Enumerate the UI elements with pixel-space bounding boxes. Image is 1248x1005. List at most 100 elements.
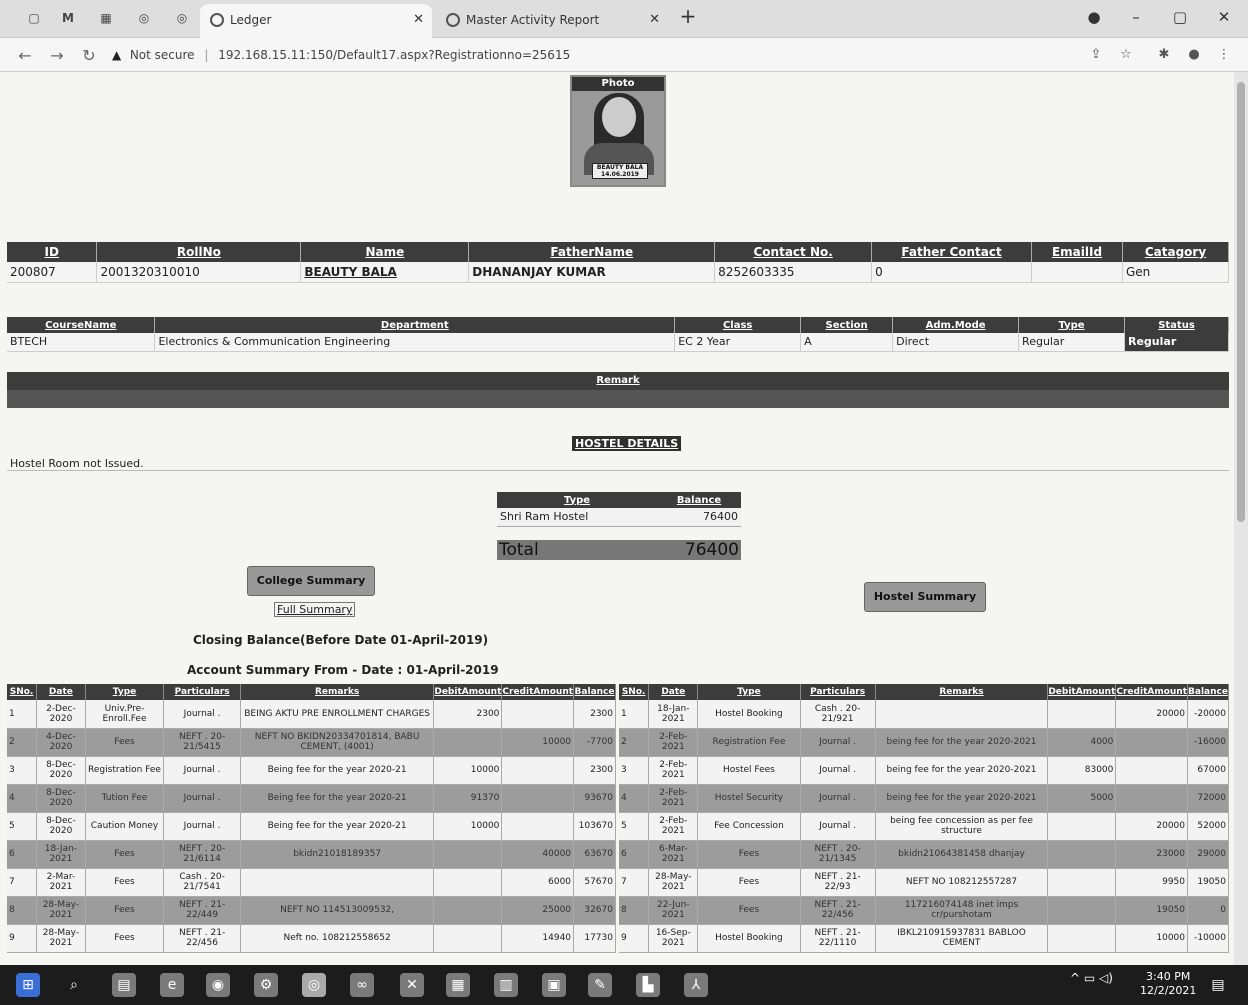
col-header-department[interactable]: Department xyxy=(154,317,676,333)
college-summary-button[interactable]: College Summary xyxy=(247,566,375,596)
spreadsheet-icon[interactable]: ▥ xyxy=(494,973,518,997)
cell-sno: 1 xyxy=(7,700,38,729)
start-windows-icon[interactable]: ⊞ xyxy=(16,973,40,997)
chrome-icon[interactable]: ◎ xyxy=(302,973,326,997)
forward-icon[interactable]: → xyxy=(46,46,68,65)
pdf-icon[interactable]: ⅄ xyxy=(684,973,708,997)
close-window-button[interactable]: ✕ xyxy=(1212,8,1236,26)
cell-remarks: being fee for the year 2020-2021 xyxy=(875,728,1049,757)
col-header-remarks[interactable]: Remarks xyxy=(875,684,1049,700)
col-header-father-contact[interactable]: Father Contact xyxy=(871,242,1033,262)
cell-balance: 67000 xyxy=(1187,756,1229,785)
clock[interactable]: 3:40 PM 12/2/2021 xyxy=(1140,970,1196,998)
settings-gear-icon[interactable]: ⚙ xyxy=(254,973,278,997)
tools-icon[interactable]: ✕ xyxy=(400,973,424,997)
col-header-balance[interactable]: Balance xyxy=(1187,684,1229,700)
notifications-icon[interactable]: ▤ xyxy=(1206,973,1230,997)
cell-date: 2-Feb-2021 xyxy=(648,756,699,785)
new-tab-button[interactable]: + xyxy=(676,4,700,28)
col-header-type[interactable]: Type xyxy=(85,684,165,700)
col-header-debit[interactable]: DebitAmount xyxy=(1047,684,1117,700)
calculator-icon[interactable]: ▦ xyxy=(446,973,470,997)
col-header-date[interactable]: Date xyxy=(36,684,86,700)
bookmark-star-icon[interactable]: ☆ xyxy=(1116,47,1136,62)
search-icon[interactable]: ⌕ xyxy=(62,973,86,997)
col-header-sno[interactable]: SNo. xyxy=(619,684,650,700)
tab-master-activity-report[interactable]: Master Activity Report ✕ xyxy=(436,4,668,38)
document-icon[interactable]: ▙ xyxy=(636,973,660,997)
minimize-button[interactable]: – xyxy=(1124,8,1148,26)
paint-icon[interactable]: ✎ xyxy=(588,973,612,997)
hostel-summary-button[interactable]: Hostel Summary xyxy=(864,582,986,612)
system-tray[interactable]: ^ ▭ ◁) xyxy=(1070,971,1113,985)
col-header-class[interactable]: Class xyxy=(674,317,802,333)
cell-balance: -7700 xyxy=(573,728,616,757)
cell-email xyxy=(1031,262,1123,283)
col-header-contact[interactable]: Contact No. xyxy=(714,242,873,262)
pinned-tab-globe-icon[interactable]: ◎ xyxy=(172,8,192,28)
menu-dots-icon[interactable]: ⋮ xyxy=(1214,47,1234,62)
remark-header[interactable]: Remark xyxy=(7,372,1229,390)
app-icon[interactable]: ▣ xyxy=(542,973,566,997)
cell-particulars: NEFT . 21-22/456 xyxy=(800,896,876,925)
col-header-debit[interactable]: DebitAmount xyxy=(433,684,503,700)
col-header-credit[interactable]: CreditAmount xyxy=(501,684,575,700)
col-header-category[interactable]: Catagory xyxy=(1122,242,1230,262)
url-input[interactable]: ▲ Not secure | 192.168.15.11:150/Default… xyxy=(112,43,1082,67)
col-header-coursename[interactable]: CourseName xyxy=(7,317,156,333)
firefox-icon[interactable]: ◉ xyxy=(206,973,230,997)
col-header-hostel-balance[interactable]: Balance xyxy=(657,492,741,508)
cell-particulars: NEFT . 21-22/449 xyxy=(163,896,241,925)
col-header-status[interactable]: Status xyxy=(1124,317,1229,333)
file-explorer-icon[interactable]: ▤ xyxy=(112,973,136,997)
col-header-particulars[interactable]: Particulars xyxy=(800,684,876,700)
cell-remarks: 117216074148 inet imps cr/purshotam xyxy=(875,896,1049,925)
col-header-email[interactable]: EmailId xyxy=(1031,242,1123,262)
pinned-tab-globe-icon[interactable]: ◎ xyxy=(134,8,154,28)
reload-icon[interactable]: ↻ xyxy=(78,46,100,65)
record-icon[interactable]: ● xyxy=(1082,8,1106,26)
back-icon[interactable]: ← xyxy=(14,46,36,65)
col-header-fathername[interactable]: FatherName xyxy=(468,242,716,262)
scrollbar-thumb[interactable] xyxy=(1237,82,1245,522)
col-header-id[interactable]: ID xyxy=(7,242,98,262)
table-row: Shri Ram Hostel 76400 xyxy=(497,508,741,527)
student-info-table: ID RollNo Name FatherName Contact No. Fa… xyxy=(7,242,1230,283)
pinned-tab-gmail[interactable]: M xyxy=(58,8,78,28)
col-header-rollno[interactable]: RollNo xyxy=(96,242,302,262)
full-summary-link[interactable]: Full Summary xyxy=(274,602,356,617)
col-header-credit[interactable]: CreditAmount xyxy=(1115,684,1189,700)
cell-balance: 0 xyxy=(1187,896,1229,925)
extensions-icon[interactable]: ✱ xyxy=(1154,47,1174,62)
cell-remarks: Being fee for the year 2020-21 xyxy=(240,756,435,785)
col-header-admmode[interactable]: Adm.Mode xyxy=(892,317,1020,333)
close-tab-icon[interactable]: ✕ xyxy=(649,4,660,36)
col-header-balance[interactable]: Balance xyxy=(573,684,616,700)
col-header-name[interactable]: Name xyxy=(300,242,470,262)
close-tab-icon[interactable]: ✕ xyxy=(413,4,424,36)
edge-browser-icon[interactable]: e xyxy=(160,973,184,997)
cell-credit xyxy=(1115,756,1189,785)
hostel-message: Hostel Room not Issued. xyxy=(10,457,144,470)
link-icon[interactable]: ∞ xyxy=(350,973,374,997)
share-icon[interactable]: ⇪ xyxy=(1086,47,1106,62)
col-header-hostel-type[interactable]: Type xyxy=(497,492,657,508)
cell-debit xyxy=(1047,812,1117,841)
cell-name-link[interactable]: BEAUTY BALA xyxy=(300,262,470,283)
col-header-type[interactable]: Type xyxy=(697,684,801,700)
tab-ledger[interactable]: Ledger ✕ xyxy=(200,4,432,38)
col-header-date[interactable]: Date xyxy=(648,684,699,700)
pinned-tab-icon[interactable]: ▦ xyxy=(96,8,116,28)
profile-avatar[interactable]: ● xyxy=(1184,47,1204,62)
cell-type: Fees xyxy=(85,840,165,869)
col-header-remarks[interactable]: Remarks xyxy=(240,684,435,700)
cell-type: Tution Fee xyxy=(85,784,165,813)
restore-button[interactable]: ▢ xyxy=(1168,8,1192,26)
cell-type: Fees xyxy=(697,896,801,925)
col-header-section[interactable]: Section xyxy=(800,317,894,333)
page-scrollbar[interactable] xyxy=(1234,72,1248,965)
col-header-sno[interactable]: SNo. xyxy=(7,684,38,700)
window-icon[interactable]: ▢ xyxy=(24,8,44,28)
col-header-type[interactable]: Type xyxy=(1018,317,1125,333)
col-header-particulars[interactable]: Particulars xyxy=(163,684,241,700)
